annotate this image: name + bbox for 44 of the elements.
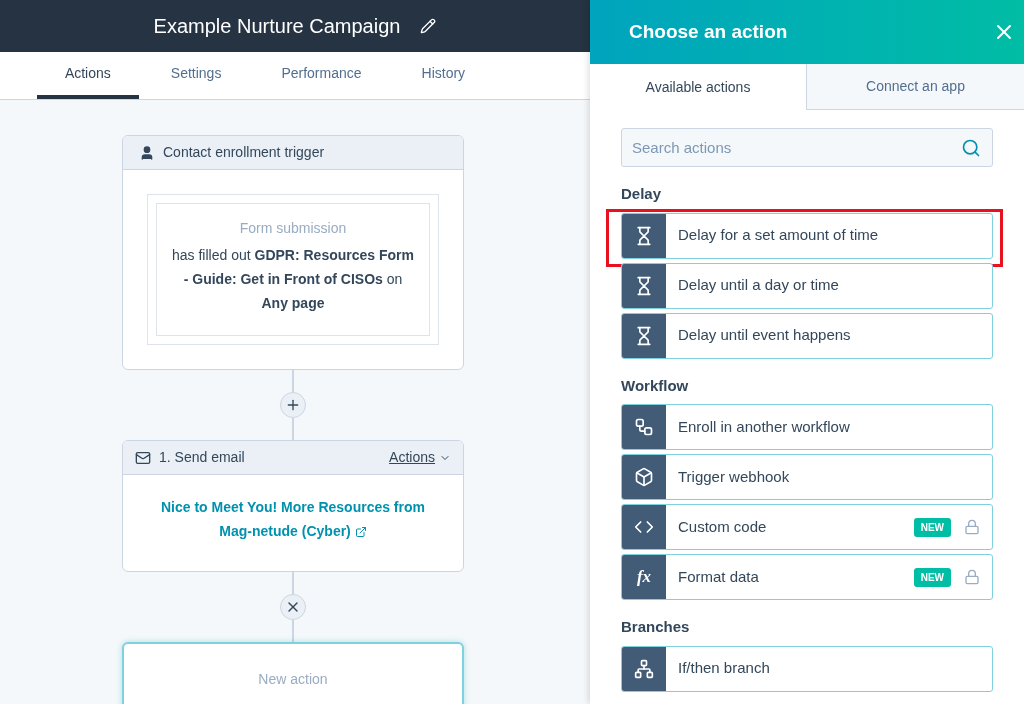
filter-type: Form submission [239, 219, 347, 238]
email-link[interactable]: Nice to Meet You! More Resources from Mag-netude (Cyber) [148, 495, 438, 543]
action-option[interactable]: Delay for a set amount of time [621, 212, 993, 259]
actions-dropdown[interactable]: Actions [389, 447, 451, 468]
hourglass-icon [634, 225, 654, 246]
cube-icon [634, 467, 654, 487]
action-option[interactable]: Delay until a day or time [621, 262, 993, 309]
hourglass-icon [634, 325, 654, 346]
tab[interactable]: Actions [36, 52, 139, 99]
card-title: 1. Send email [159, 448, 246, 467]
plus-icon [285, 397, 301, 413]
envelope-icon [135, 449, 151, 466]
hourglass-icon [634, 275, 654, 296]
panel-tab[interactable]: Connect an app [806, 64, 1024, 110]
trigger-card[interactable]: Contact enrollment trigger Form submission has filled out GDPR: Resources Form - Guide: Get in Front of CISOs on Any page [122, 135, 464, 370]
card-title: Contact enrollment trigger [163, 143, 325, 162]
external-link-icon [354, 526, 367, 539]
filter-description: has filled out GDPR: Resources Form - Guide: Get in Front of CISOs on Any page [171, 246, 415, 313]
tab[interactable]: Performance [253, 52, 390, 99]
panel-title: Choose an action [629, 19, 788, 44]
add-step-button[interactable] [280, 392, 306, 418]
tab[interactable]: History [393, 52, 494, 99]
action-option[interactable]: If/then branch [621, 645, 993, 692]
action-option[interactable]: Custom code NEW [621, 504, 993, 550]
section-heading: Delay [621, 184, 663, 204]
branch-icon [634, 658, 654, 679]
close-step-button[interactable] [280, 594, 306, 620]
new-badge: NEW [913, 517, 951, 537]
search-icon[interactable] [961, 138, 981, 158]
email-action-card[interactable]: 1. Send email Actions Nice to Meet You! More Resources from Mag-netude (Cyber) [122, 440, 464, 572]
tab[interactable]: Settings [142, 52, 250, 99]
person-icon [139, 144, 155, 161]
function-icon: fx [636, 564, 652, 590]
workflow-title: Example Nurture Campaign [153, 14, 401, 39]
action-option[interactable]: Trigger webhook [621, 454, 993, 500]
action-option[interactable]: Enroll in another workflow [621, 404, 993, 450]
edit-icon[interactable] [420, 18, 437, 34]
workflow-icon [634, 417, 654, 437]
new-badge: NEW [913, 567, 951, 587]
search-field[interactable]: Search actions [621, 128, 993, 167]
action-option[interactable]: Delay until event happens [621, 312, 993, 359]
section-heading: Branches [621, 617, 691, 637]
section-heading: Workflow [621, 375, 690, 396]
action-option[interactable]: fx Format data NEW [621, 554, 993, 600]
